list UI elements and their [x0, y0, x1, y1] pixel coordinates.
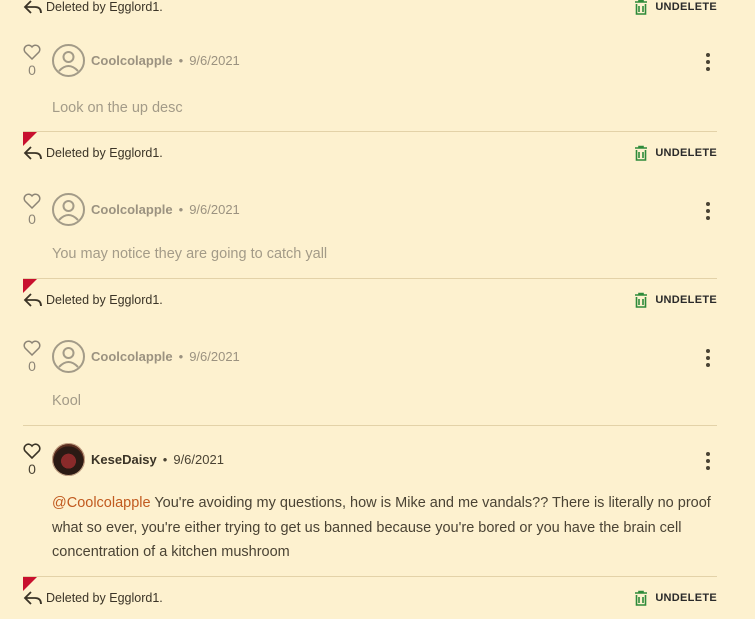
user-avatar-icon[interactable]	[52, 44, 85, 77]
username-link[interactable]: Coolcolapple	[91, 53, 173, 68]
comment-item: 0 Coolcolapple • 9/6/2021 Look on the up d…	[23, 44, 717, 131]
username-link[interactable]: Coolcolapple	[91, 349, 173, 364]
username-link[interactable]: Coolcolapple	[91, 202, 173, 217]
comment-body: Kool	[52, 393, 82, 409]
kebab-menu-icon[interactable]	[703, 202, 713, 220]
like-count: 0	[28, 461, 36, 477]
undelete-button[interactable]: UNDELETE	[633, 144, 717, 162]
kebab-menu-icon[interactable]	[703, 53, 713, 71]
comment-thread: Deleted by Egglord1. UNDELETE 0 Coolcola…	[0, 0, 755, 609]
reply-arrow-icon	[23, 293, 42, 307]
heart-icon[interactable]	[23, 44, 41, 60]
like-column: 0	[23, 44, 41, 78]
comment-body: Look on the up desc	[52, 100, 183, 116]
comment-date: 9/6/2021	[189, 349, 240, 364]
comment-date: 9/6/2021	[189, 202, 240, 217]
comment-meta: Coolcolapple • 9/6/2021	[91, 349, 240, 364]
undelete-label: UNDELETE	[655, 147, 717, 159]
comment-body-text: You're avoiding my questions, how is Mik…	[52, 495, 711, 560]
comment-body: @Coolcolapple You're avoiding my questio…	[52, 491, 712, 565]
heart-icon[interactable]	[23, 340, 41, 356]
undelete-button[interactable]: UNDELETE	[633, 0, 717, 16]
reply-arrow-icon	[23, 591, 42, 605]
comment-item: 0 KeseDaisy • 9/6/2021 @Coolcolapple You'r…	[23, 443, 717, 575]
like-column: 0	[23, 193, 41, 227]
username-link[interactable]: KeseDaisy	[91, 452, 157, 467]
comment-meta: Coolcolapple • 9/6/2021	[91, 53, 240, 68]
comment-item: 0 Coolcolapple • 9/6/2021 Kool	[23, 340, 717, 426]
user-avatar-icon[interactable]	[52, 340, 85, 373]
like-count: 0	[28, 358, 36, 374]
comment-date: 9/6/2021	[173, 452, 224, 467]
deleted-reply-bar: Deleted by Egglord1. UNDELETE	[23, 131, 717, 174]
comment-date: 9/6/2021	[189, 53, 240, 68]
deleted-reply-bar: Deleted by Egglord1. UNDELETE	[23, 576, 717, 619]
deleted-by-text: Deleted by Egglord1.	[46, 0, 163, 14]
trash-restore-icon	[635, 145, 648, 161]
deleted-reply-bar: Deleted by Egglord1. UNDELETE	[23, 278, 717, 321]
comment-body: You may notice they are going to catch y…	[52, 246, 328, 262]
kebab-menu-icon[interactable]	[703, 349, 713, 367]
deleted-by-text: Deleted by Egglord1.	[46, 293, 163, 307]
undelete-label: UNDELETE	[655, 592, 717, 604]
heart-icon[interactable]	[23, 193, 41, 209]
deleted-reply-bar: Deleted by Egglord1. UNDELETE	[23, 0, 717, 28]
heart-icon[interactable]	[23, 443, 41, 459]
user-avatar-icon[interactable]	[52, 193, 85, 226]
trash-restore-icon	[635, 590, 648, 606]
undelete-label: UNDELETE	[655, 294, 717, 306]
undelete-button[interactable]: UNDELETE	[633, 291, 717, 309]
like-column: 0	[23, 443, 41, 477]
undelete-button[interactable]: UNDELETE	[633, 589, 717, 607]
comment-meta: KeseDaisy • 9/6/2021	[91, 452, 224, 467]
like-column: 0	[23, 340, 41, 374]
comment-item: 0 Coolcolapple • 9/6/2021 You may notice t…	[23, 193, 717, 278]
reply-arrow-icon	[23, 0, 42, 14]
deleted-by-text: Deleted by Egglord1.	[46, 591, 163, 605]
trash-restore-icon	[635, 0, 648, 15]
reply-arrow-icon	[23, 146, 42, 160]
deleted-by-text: Deleted by Egglord1.	[46, 146, 163, 160]
like-count: 0	[28, 62, 36, 78]
comment-meta: Coolcolapple • 9/6/2021	[91, 202, 240, 217]
undelete-label: UNDELETE	[655, 1, 717, 13]
kebab-menu-icon[interactable]	[703, 452, 713, 470]
user-avatar[interactable]	[52, 443, 85, 476]
user-mention-link[interactable]: @Coolcolapple	[52, 495, 151, 511]
like-count: 0	[28, 211, 36, 227]
trash-restore-icon	[635, 292, 648, 308]
